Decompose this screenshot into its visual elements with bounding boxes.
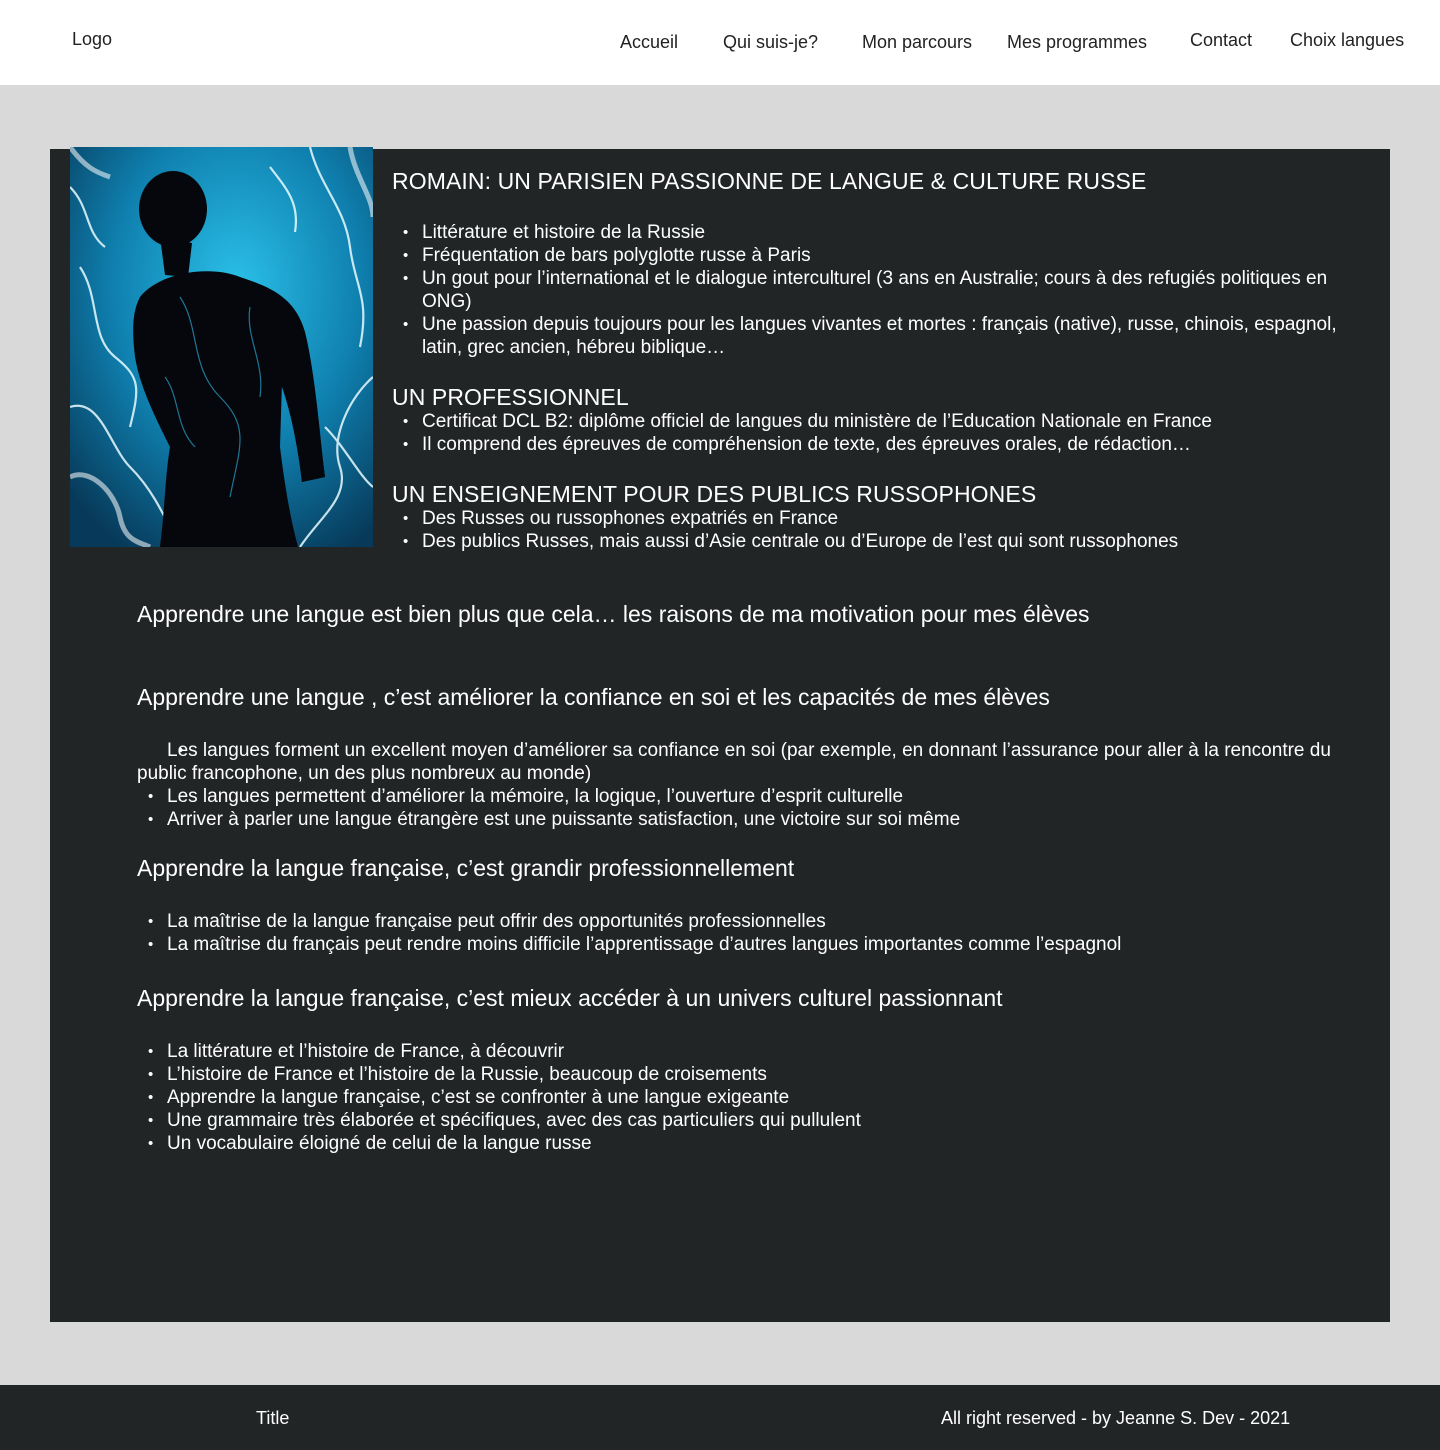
teaching-heading: UN ENSEIGNEMENT POUR DES PUBLICS RUSSOPH… bbox=[392, 481, 1037, 507]
culture-list: La littérature et l’histoire de France, … bbox=[137, 1040, 1367, 1155]
content-panel: ROMAIN: UN PARISIEN PASSIONNE DE LANGUE … bbox=[50, 147, 1390, 1322]
logo[interactable]: Logo bbox=[72, 29, 112, 50]
list-item: Un gout pour l’international et le dialo… bbox=[392, 267, 1372, 313]
section-heading-confidence: Apprendre une langue , c’est améliorer l… bbox=[137, 684, 1050, 710]
list-item: Fréquentation de bars polyglotte russe à… bbox=[392, 244, 1372, 267]
list-item: Littérature et histoire de la Russie bbox=[392, 221, 1372, 244]
nav-item-mes-programmes[interactable]: Mes programmes bbox=[1007, 32, 1147, 53]
nav-item-mon-parcours[interactable]: Mon parcours bbox=[862, 32, 972, 53]
list-item: La maîtrise du français peut rendre moin… bbox=[137, 933, 1367, 956]
profile-list: Littérature et histoire de la Russie Fré… bbox=[392, 221, 1372, 359]
teaching-list: Des Russes ou russophones expatriés en F… bbox=[392, 507, 1372, 553]
motivation-intro: Apprendre une langue est bien plus que c… bbox=[137, 601, 1090, 627]
footer-title: Title bbox=[256, 1408, 290, 1428]
section-heading-culture: Apprendre la langue française, c’est mie… bbox=[137, 985, 1003, 1011]
list-item: Des Russes ou russophones expatriés en F… bbox=[392, 507, 1372, 530]
list-item: Les langues permettent d’améliorer la mé… bbox=[137, 785, 1367, 808]
list-item: La littérature et l’histoire de France, … bbox=[137, 1040, 1367, 1063]
list-item: Apprendre la langue française, c’est se … bbox=[137, 1086, 1367, 1109]
list-item: Une grammaire très élaborée et spécifiqu… bbox=[137, 1109, 1367, 1132]
nav-item-choix-langues[interactable]: Choix langues bbox=[1290, 30, 1404, 51]
list-item: Un vocabulaire éloigné de celui de la la… bbox=[137, 1132, 1367, 1155]
professional-list: Certificat DCL B2: diplôme officiel de l… bbox=[392, 410, 1372, 456]
professional-growth-list: La maîtrise de la langue française peut … bbox=[137, 910, 1367, 956]
nav-item-accueil[interactable]: Accueil bbox=[620, 32, 678, 53]
profile-heading: ROMAIN: UN PARISIEN PASSIONNE DE LANGUE … bbox=[392, 168, 1147, 194]
list-item: Les langues forment un excellent moyen d… bbox=[137, 739, 1367, 785]
list-item: Certificat DCL B2: diplôme officiel de l… bbox=[392, 410, 1372, 433]
list-item: L’histoire de France et l’histoire de la… bbox=[137, 1063, 1367, 1086]
nav-item-contact[interactable]: Contact bbox=[1190, 30, 1252, 51]
section-heading-professional: Apprendre la langue française, c’est gra… bbox=[137, 855, 795, 881]
site-header: Logo Accueil Qui suis-je? Mon parcours M… bbox=[0, 0, 1440, 85]
site-footer: Title All right reserved - by Jeanne S. … bbox=[0, 1385, 1440, 1450]
nav-item-qui-suis-je[interactable]: Qui suis-je? bbox=[723, 32, 818, 53]
list-item: Il comprend des épreuves de compréhensio… bbox=[392, 433, 1372, 456]
professional-heading: UN PROFESSIONNEL bbox=[392, 384, 629, 410]
footer-copyright: All right reserved - by Jeanne S. Dev - … bbox=[941, 1408, 1291, 1428]
list-item: Une passion depuis toujours pour les lan… bbox=[392, 313, 1372, 359]
profile-photo bbox=[70, 147, 373, 547]
list-item: Arriver à parler une langue étrangère es… bbox=[137, 808, 1367, 831]
list-item: La maîtrise de la langue française peut … bbox=[137, 910, 1367, 933]
list-item: Des publics Russes, mais aussi d’Asie ce… bbox=[392, 530, 1372, 553]
confidence-list: Les langues forment un excellent moyen d… bbox=[137, 739, 1367, 831]
